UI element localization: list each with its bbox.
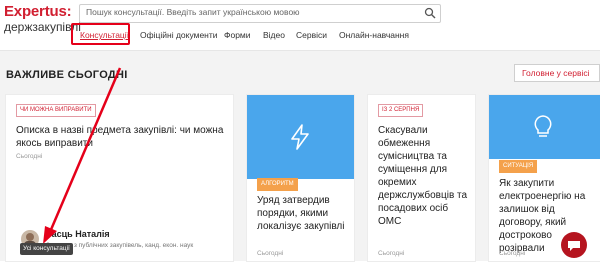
card-tag: ЧИ МОЖНА ВИПРАВИТИ (16, 104, 96, 117)
logo-subtitle: держзакупівлі (4, 20, 81, 34)
highlight-box (71, 23, 130, 45)
card-date: Сьогодні (499, 250, 526, 257)
search-placeholder: Пошук консультації. Введіть запит україн… (86, 7, 300, 17)
all-main-button-label: Головне у сервісі (522, 68, 590, 78)
lightning-icon (291, 124, 309, 150)
card-tag: СИТУАЦІЯ (499, 160, 538, 173)
chat-icon (568, 241, 580, 251)
card-date: Сьогодні (257, 250, 284, 257)
card-consultation[interactable]: ЧИ МОЖНА ВИПРАВИТИ Описка в назві предме… (6, 95, 233, 261)
card-news-algorithm[interactable]: АЛГОРИТМ Уряд затвердив порядки, якими л… (247, 95, 354, 261)
logo-title: Expertus: (4, 3, 72, 20)
card-image (247, 95, 354, 179)
lightbulb-icon (534, 115, 552, 137)
nav-item-services[interactable]: Сервіси (296, 30, 327, 40)
card-tag: АЛГОРИТМ (257, 178, 298, 191)
chat-button[interactable] (561, 232, 587, 258)
search-input[interactable]: Пошук консультації. Введіть запит україн… (79, 4, 441, 23)
card-title[interactable]: Скасували обмеження сумісництва та суміщ… (378, 124, 470, 228)
card-date: Сьогодні (378, 250, 405, 257)
expertus-logo[interactable]: Expertus: держзакупівлі (4, 3, 81, 38)
card-tag: ІЗ 2 СЕРПНЯ (378, 104, 424, 117)
nav-item-official-documents[interactable]: Офіційні документи (140, 30, 218, 40)
card-news-august[interactable]: ІЗ 2 СЕРПНЯ Скасували обмеження сумісниц… (368, 95, 475, 261)
card-title[interactable]: Описка в назві предмета закупівлі: чи мо… (16, 124, 226, 150)
section-title: ВАЖЛИВЕ СЬОГОДНІ (6, 69, 128, 81)
search-icon[interactable] (424, 7, 436, 19)
author-name[interactable]: Засць Наталія (46, 229, 110, 239)
card-title[interactable]: Уряд затвердив порядки, якими локалізує … (257, 194, 349, 233)
tooltip-all-consultations: Усі консультації (20, 243, 73, 255)
card-date: Сьогодні (16, 153, 43, 160)
nav-item-video[interactable]: Відео (263, 30, 285, 40)
nav-item-forms[interactable]: Форми (224, 30, 251, 40)
card-image (489, 95, 600, 159)
all-main-button[interactable]: Головне у сервісі (514, 64, 600, 82)
nav-item-online-learning[interactable]: Онлайн-навчання (339, 30, 409, 40)
